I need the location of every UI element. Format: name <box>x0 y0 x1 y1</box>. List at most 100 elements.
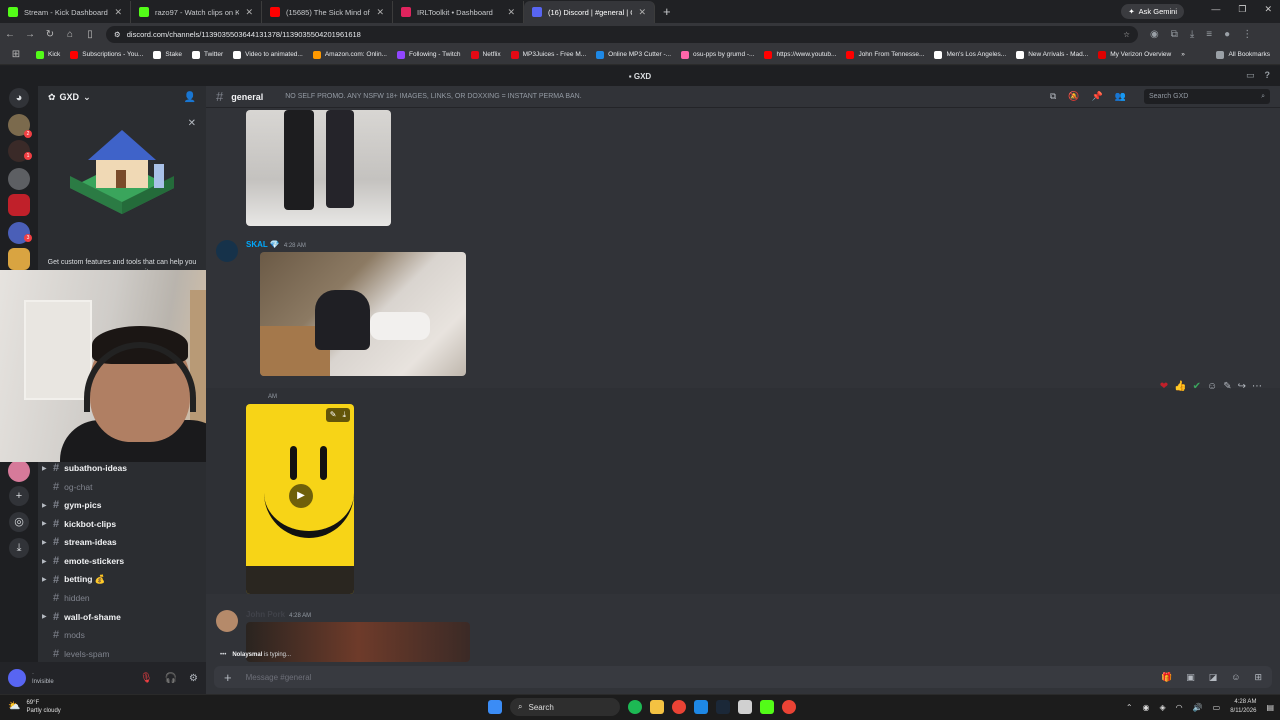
inbox-icon[interactable]: ▭ <box>1246 70 1255 81</box>
message-author[interactable]: SKAL 💎 4:28 AM <box>246 240 306 249</box>
chrome-active-icon[interactable] <box>782 700 796 714</box>
bookmark-item[interactable]: My Verizon Overview <box>1098 50 1171 59</box>
url-bar[interactable]: ⚙ discord.com/channels/11390355036441313… <box>106 25 1138 43</box>
edit-icon[interactable]: ✎ <box>330 410 337 420</box>
message-input[interactable]: + Message #general 🎁 ▣ ◪ ☺ ⊞ <box>214 666 1272 688</box>
add-server-icon[interactable]: + <box>9 486 29 506</box>
battery-icon[interactable]: ▭ <box>1213 703 1221 712</box>
edit-icon[interactable]: ✎ <box>1223 381 1231 392</box>
channel-item[interactable]: # og-chat <box>42 478 202 496</box>
browser-tab[interactable]: razo97 - Watch clips on Kick ✕ <box>131 1 262 23</box>
channel-item[interactable]: # levels-spam <box>42 645 202 663</box>
close-tab-icon[interactable]: ✕ <box>376 7 384 18</box>
upload-plus-icon[interactable]: + <box>224 670 232 685</box>
bookmark-item[interactable]: New Arrivals - Mad... <box>1016 50 1088 59</box>
avatar[interactable] <box>216 240 238 262</box>
minimize-icon[interactable]: — <box>1211 4 1220 15</box>
message-author[interactable]: AM <box>264 391 277 400</box>
server-header[interactable]: ✿ GXD ⌄ 👤 <box>38 86 206 108</box>
threads-icon[interactable]: ⧉ <box>1050 91 1056 102</box>
channel-item[interactable]: ▶ # stream-ideas <box>42 533 202 551</box>
clock[interactable]: 4:28 AM 8/11/2026 <box>1230 698 1256 716</box>
search-input[interactable]: Search GXD ⌕ <box>1144 89 1270 104</box>
emoji-icon[interactable]: ☺ <box>1231 672 1240 683</box>
gif-icon[interactable]: ▣ <box>1186 672 1195 683</box>
bookmark-item[interactable]: Subscriptions - You... <box>70 50 143 59</box>
download-icon[interactable]: ⤓ <box>1190 29 1194 40</box>
maximize-icon[interactable]: ❐ <box>1238 4 1246 15</box>
image-attachment[interactable] <box>260 252 466 376</box>
taskbar-search[interactable]: ⌕ Search <box>510 698 620 716</box>
bookmark-item[interactable]: Video to animated... <box>233 50 303 59</box>
more-options-icon[interactable]: ⋯ <box>1252 381 1262 392</box>
bookmark-item[interactable]: Netflix <box>470 50 501 59</box>
image-attachment[interactable] <box>246 110 391 226</box>
headphones-icon[interactable]: 🎧 <box>165 673 177 684</box>
chrome-icon[interactable] <box>672 700 686 714</box>
kick-icon[interactable] <box>760 700 774 714</box>
play-icon[interactable]: ▶ <box>289 484 313 508</box>
all-bookmarks-button[interactable]: All Bookmarks <box>1216 50 1270 59</box>
channel-item[interactable]: ▶ # wall-of-shame <box>42 608 202 626</box>
tray-chevron-icon[interactable]: ⌃ <box>1126 703 1133 712</box>
wifi-icon[interactable]: ◠ <box>1176 703 1183 712</box>
help-icon[interactable]: ? <box>1265 70 1271 81</box>
bookmark-item[interactable]: Kick <box>36 50 60 59</box>
app-icon[interactable] <box>738 700 752 714</box>
server-icon-gxd[interactable] <box>8 248 30 270</box>
file-explorer-icon[interactable] <box>650 700 664 714</box>
bookmark-item[interactable]: osu-pps by grumd -... <box>681 50 754 59</box>
server-icon[interactable] <box>8 460 30 482</box>
discord-home-icon[interactable]: ◕ <box>9 88 29 108</box>
new-tab-button[interactable]: + <box>655 4 679 23</box>
server-icon[interactable] <box>8 194 30 216</box>
channel-item[interactable]: ▶ # betting 💰 <box>42 571 202 589</box>
windows-start-icon[interactable] <box>488 700 502 714</box>
profile-avatar-icon[interactable]: ● <box>1224 29 1230 40</box>
reaction-check-icon[interactable]: ✔ <box>1193 381 1201 392</box>
bookmark-item[interactable]: Stake <box>153 50 182 59</box>
notifications-icon[interactable]: ▤ <box>1266 703 1274 712</box>
browser-tab[interactable]: IRLToolkit • Dashboard ✕ <box>393 1 524 23</box>
media-icon[interactable]: ≡ <box>1206 29 1212 40</box>
menu-dots-icon[interactable]: ⋮ <box>1242 29 1252 40</box>
forward-icon[interactable]: → <box>20 29 40 40</box>
pinned-messages-icon[interactable]: 📌 <box>1092 91 1103 102</box>
browser-tab-active[interactable]: (16) Discord | #general | GXD ✕ <box>524 1 655 23</box>
discover-icon[interactable]: ◎ <box>9 512 29 532</box>
site-info-icon[interactable]: ⚙ <box>114 30 121 39</box>
download-apps-icon[interactable]: ⤓ <box>9 538 29 558</box>
weather-widget[interactable]: ⛅ 69°F Partly cloudy <box>8 699 61 715</box>
bookmark-item[interactable]: Men's Los Angeles... <box>934 50 1006 59</box>
close-tab-icon[interactable]: ✕ <box>638 7 646 18</box>
settings-gear-icon[interactable]: ⚙ <box>189 673 198 684</box>
volume-icon[interactable]: 🔊 <box>1193 703 1203 712</box>
server-icon[interactable] <box>8 168 30 190</box>
channel-item[interactable]: # hidden <box>42 589 202 607</box>
reply-icon[interactable]: ↪ <box>1238 381 1246 392</box>
more-bookmarks-icon[interactable]: » <box>1181 51 1185 58</box>
sticker-icon[interactable]: ◪ <box>1209 672 1218 683</box>
reaction-thumbsup-icon[interactable]: 👍 <box>1174 381 1186 392</box>
reload-icon[interactable]: ↻ <box>40 29 60 40</box>
sidebar-toggle-icon[interactable]: ▯ <box>80 29 100 40</box>
home-icon[interactable]: ⌂ <box>60 29 80 40</box>
reaction-heart-icon[interactable]: ❤ <box>1160 381 1168 392</box>
close-tab-icon[interactable]: ✕ <box>245 7 253 18</box>
channel-item[interactable]: # mods <box>42 626 202 644</box>
bookmark-item[interactable]: https://www.youtub... <box>764 50 836 59</box>
back-icon[interactable]: ← <box>0 29 20 40</box>
photos-icon[interactable] <box>694 700 708 714</box>
close-window-icon[interactable]: ✕ <box>1264 4 1272 15</box>
close-tab-icon[interactable]: ✕ <box>114 7 122 18</box>
tray-app-icon[interactable]: ◉ <box>1143 703 1150 712</box>
bookmark-item[interactable]: Amazon.com: Onlin... <box>312 50 387 59</box>
apps-icon[interactable]: ⊞ <box>1254 672 1262 683</box>
browser-tab[interactable]: (15685) The Sick Mind of EDP ✕ <box>262 1 393 23</box>
member-list-icon[interactable]: 👥 <box>1115 91 1126 102</box>
gift-icon[interactable]: 🎁 <box>1161 672 1172 683</box>
ask-gemini-button[interactable]: ✦ Ask Gemini <box>1121 4 1184 19</box>
browser-tab[interactable]: Stream - Kick Dashboard ✕ <box>0 1 131 23</box>
spotify-icon[interactable] <box>628 700 642 714</box>
mic-muted-icon[interactable]: 🎙 <box>140 673 153 684</box>
